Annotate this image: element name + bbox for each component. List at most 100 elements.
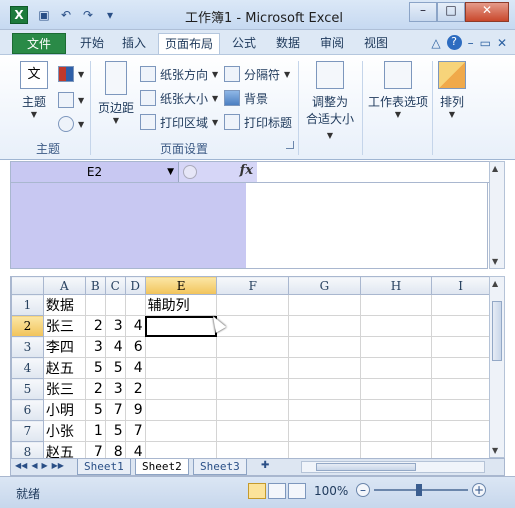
last-sheet-icon[interactable]: ▶▶ [52,461,64,470]
column-header-g[interactable]: G [288,276,361,295]
cell[interactable] [144,399,218,421]
zoom-out-button[interactable]: – [356,483,370,497]
scroll-up-icon[interactable]: ▲ [492,164,498,173]
cell[interactable] [124,294,146,316]
cell[interactable]: 2 [84,378,106,400]
sheet-tab-3[interactable]: Sheet3 [193,459,247,475]
maximize-button[interactable]: □ [437,2,465,22]
formula-scrollbar[interactable]: ▲ ▼ [489,161,505,269]
cell[interactable]: 小张 [42,420,86,442]
next-sheet-icon[interactable]: ▶ [41,461,47,470]
scroll-down-icon[interactable]: ▼ [492,257,498,266]
horizontal-scrollbar[interactable] [301,461,485,473]
redo-icon[interactable]: ↷ [78,6,98,24]
zoom-slider-knob[interactable] [416,484,422,496]
cell[interactable] [431,315,490,337]
theme-fonts-button[interactable]: ▼ [58,89,84,111]
formula-bar-resize-icon[interactable] [183,165,197,179]
scale-to-fit-button[interactable]: 调整为 合适大小 ▼ [302,61,358,141]
cell[interactable]: 4 [124,315,146,337]
page-break-view-icon[interactable] [288,483,306,499]
help-icon[interactable]: ? [446,35,462,50]
cell[interactable] [216,357,290,379]
workbook-minimize-icon[interactable]: – [468,36,474,50]
cell[interactable] [359,315,433,337]
workbook-restore-icon[interactable]: ▭ [480,36,491,50]
cell[interactable] [288,378,361,400]
margins-button[interactable]: 页边距 ▼ [94,61,138,125]
row-header[interactable]: 7 [11,420,44,442]
tab-home[interactable]: 开始 [72,33,112,54]
cell[interactable] [359,378,433,400]
theme-colors-button[interactable]: ▼ [58,63,84,85]
background-button[interactable]: 背景 [224,87,268,109]
cell[interactable] [288,294,361,316]
sheet-options-button[interactable]: 工作表选项 ▼ [366,61,430,119]
orientation-button[interactable]: 纸张方向 ▼ [140,63,218,85]
cell[interactable]: 9 [124,399,146,421]
cell[interactable] [216,315,290,337]
first-sheet-icon[interactable]: ◀◀ [15,461,27,470]
row-header[interactable]: 3 [11,336,44,358]
row-header[interactable]: 2 [11,315,44,337]
minimize-ribbon-icon[interactable]: △ [431,36,440,50]
cell[interactable]: 5 [104,420,126,442]
formula-input[interactable] [257,162,495,182]
cell[interactable]: 3 [84,336,106,358]
cell[interactable] [288,315,361,337]
cell[interactable] [104,294,126,316]
column-header-f[interactable]: F [216,276,290,295]
column-header-b[interactable]: B [84,276,106,295]
workbook-close-icon[interactable]: ✕ [497,36,507,50]
customize-qat-icon[interactable]: ▾ [100,6,120,24]
cell[interactable] [431,357,490,379]
tab-review[interactable]: 审阅 [312,33,352,54]
cell[interactable] [216,420,290,442]
cell[interactable] [216,378,290,400]
select-all-corner[interactable] [11,276,44,295]
cell[interactable] [431,378,490,400]
column-header-h[interactable]: H [359,276,433,295]
undo-icon[interactable]: ↶ [56,6,76,24]
cell[interactable] [216,294,290,316]
size-button[interactable]: 纸张大小 ▼ [140,87,218,109]
cell[interactable]: 1 [84,420,106,442]
cell[interactable] [359,357,433,379]
insert-sheet-icon[interactable]: ✚ [261,460,277,474]
page-layout-view-icon[interactable] [268,483,286,499]
scroll-thumb[interactable] [492,301,502,361]
cell[interactable] [216,399,290,421]
cell[interactable] [144,357,218,379]
cell[interactable]: 6 [124,336,146,358]
row-header[interactable]: 5 [11,378,44,400]
cell[interactable]: 赵五 [42,357,86,379]
print-titles-button[interactable]: 打印标题 [224,111,292,133]
column-header-i[interactable]: I [431,276,490,295]
cell[interactable]: 小明 [42,399,86,421]
cell[interactable] [84,294,106,316]
cell[interactable] [431,399,490,421]
tab-insert[interactable]: 插入 [114,33,154,54]
cell[interactable] [144,336,218,358]
scroll-thumb[interactable] [316,463,416,471]
cell[interactable]: 7 [124,420,146,442]
zoom-level[interactable]: 100% [314,484,348,498]
cell[interactable] [144,420,218,442]
vertical-scrollbar[interactable]: ▲ ▼ [489,276,505,458]
cell[interactable] [359,336,433,358]
cell[interactable]: 李四 [42,336,86,358]
cell[interactable] [288,357,361,379]
tab-data[interactable]: 数据 [268,33,308,54]
cell[interactable] [431,294,490,316]
row-header[interactable]: 1 [11,294,44,316]
tab-formulas[interactable]: 公式 [224,33,264,54]
cell[interactable] [359,420,433,442]
active-cell[interactable] [144,315,218,337]
insert-function-icon[interactable]: fx [240,163,253,178]
cell[interactable]: 5 [104,357,126,379]
sheet-tab-2[interactable]: Sheet2 [135,459,189,475]
cell[interactable]: 4 [104,336,126,358]
cell[interactable] [359,294,433,316]
formula-expanded-area[interactable] [246,183,488,269]
cell[interactable]: 7 [104,399,126,421]
